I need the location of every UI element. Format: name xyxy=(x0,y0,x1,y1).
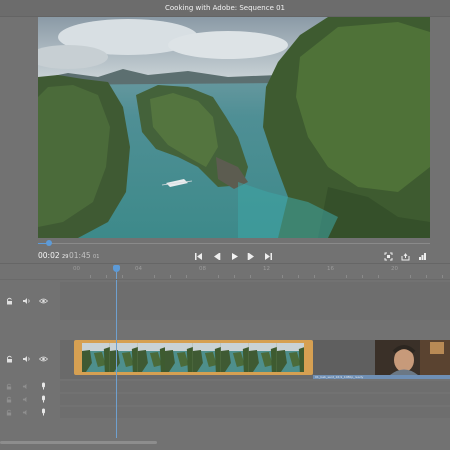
playhead-handle[interactable] xyxy=(113,265,120,272)
video-clip-lagoon[interactable] xyxy=(74,340,313,375)
ruler-tick xyxy=(90,275,91,278)
lock-icon[interactable] xyxy=(5,355,13,363)
mic-icon[interactable] xyxy=(40,395,46,403)
fit-button[interactable] xyxy=(382,250,394,262)
step-forward-button[interactable] xyxy=(245,250,257,262)
lock-icon[interactable] xyxy=(5,297,13,305)
ruler-tick xyxy=(442,275,443,278)
playhead-line xyxy=(116,272,117,438)
ruler-tick xyxy=(154,275,155,278)
ruler-tick xyxy=(186,275,187,278)
step-forward-icon xyxy=(247,252,254,260)
total-frames: 01 xyxy=(93,254,100,260)
mic-icon[interactable] xyxy=(40,408,46,416)
clip-thumbnail xyxy=(165,343,194,372)
settings-button[interactable] xyxy=(416,250,428,262)
settings-icon xyxy=(418,252,426,260)
speaker-icon[interactable] xyxy=(22,409,30,416)
clip-thumbnail xyxy=(220,343,249,372)
timeline-scrollbar[interactable] xyxy=(0,441,157,444)
ruler-label: 00 xyxy=(73,266,80,272)
play-icon xyxy=(231,252,238,260)
play-button[interactable] xyxy=(228,250,240,262)
speaker-icon[interactable] xyxy=(22,396,30,403)
clip-thumbnail xyxy=(82,343,110,372)
audio-clip-label: 01_bab_sent_16:9_1080p_ready xyxy=(315,375,364,379)
ruler-tick xyxy=(410,275,411,278)
track-v2[interactable] xyxy=(60,282,450,320)
lock-icon[interactable] xyxy=(5,383,12,390)
eye-icon[interactable] xyxy=(39,355,48,363)
speaker-icon[interactable] xyxy=(22,355,31,363)
ruler-divider xyxy=(0,279,450,280)
track-a3[interactable] xyxy=(60,407,450,418)
eye-icon[interactable] xyxy=(39,297,48,305)
ruler-label: 04 xyxy=(135,266,142,272)
scrub-playhead[interactable] xyxy=(46,240,52,246)
skip-back-icon xyxy=(194,252,202,260)
lock-icon[interactable] xyxy=(5,409,12,416)
clip-thumbnail xyxy=(375,340,450,375)
total-time: 01:45 xyxy=(69,251,91,260)
go-to-end-button[interactable] xyxy=(262,250,274,262)
ruler-tick xyxy=(250,275,251,278)
ruler-label: 20 xyxy=(391,266,398,272)
ruler-tick xyxy=(426,275,427,278)
go-to-start-button[interactable] xyxy=(192,250,204,262)
ruler-tick xyxy=(218,275,219,278)
program-monitor[interactable] xyxy=(38,17,430,238)
mic-icon[interactable] xyxy=(40,382,46,390)
current-frames: 29 xyxy=(62,254,69,260)
clip-thumbnail xyxy=(276,343,305,372)
fit-icon xyxy=(384,252,392,260)
ruler-tick xyxy=(122,275,123,278)
ruler-tick xyxy=(362,275,363,278)
speaker-icon[interactable] xyxy=(22,383,30,390)
ruler-tick xyxy=(314,275,315,278)
ruler-label: 12 xyxy=(263,266,270,272)
step-back-icon xyxy=(213,252,220,260)
skip-forward-icon xyxy=(264,252,272,260)
ruler-label: 08 xyxy=(199,266,206,272)
ruler-tick xyxy=(282,275,283,278)
current-time: 00:02 xyxy=(38,251,60,260)
scrub-bar[interactable] xyxy=(38,243,430,244)
total-timecode: 01:45 01 xyxy=(69,251,99,260)
clip-thumbnail xyxy=(248,343,277,372)
video-clip-host[interactable] xyxy=(375,340,450,375)
video-clip-dark[interactable] xyxy=(313,340,375,375)
ruler-tick xyxy=(298,275,299,278)
clip-thumbnail xyxy=(193,343,221,372)
step-back-button[interactable] xyxy=(210,250,222,262)
lock-icon[interactable] xyxy=(5,396,12,403)
ruler-tick xyxy=(234,275,235,278)
current-timecode[interactable]: 00:02 29 xyxy=(38,251,68,260)
clip-thumbnail xyxy=(109,343,138,372)
export-frame-button[interactable] xyxy=(399,250,411,262)
ruler-label: 16 xyxy=(327,266,334,272)
export-frame-icon xyxy=(401,252,409,260)
ruler-tick xyxy=(346,275,347,278)
ruler-tick xyxy=(378,275,379,278)
ruler-tick xyxy=(170,275,171,278)
speaker-icon[interactable] xyxy=(22,297,31,305)
window-title: Cooking with Adobe: Sequence 01 xyxy=(0,0,450,17)
aerial-lagoon-image xyxy=(38,17,430,238)
clip-thumbnail xyxy=(137,343,166,372)
track-a2[interactable] xyxy=(60,394,450,405)
ruler-tick xyxy=(106,275,107,278)
track-a1[interactable] xyxy=(60,381,450,392)
